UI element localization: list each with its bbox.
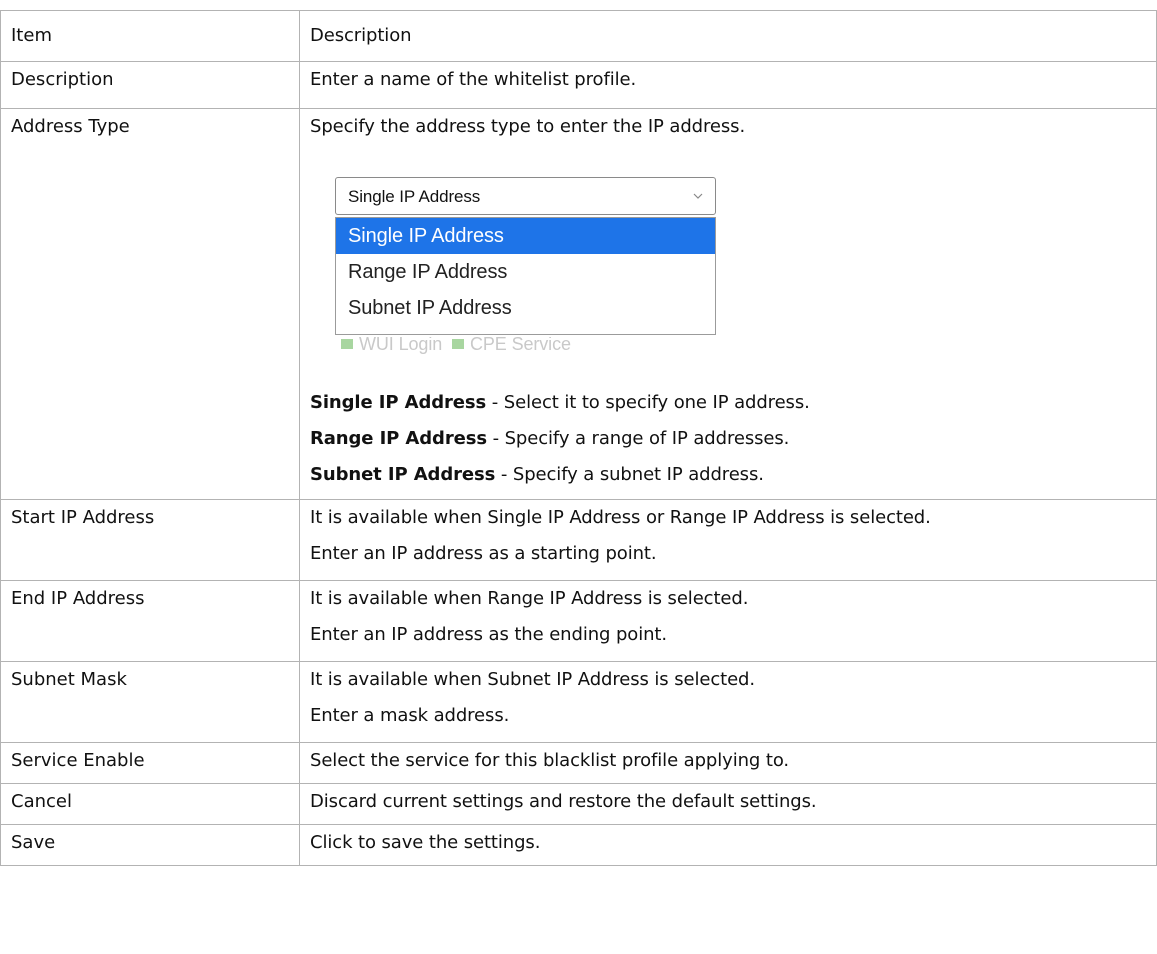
option-single-ip[interactable]: Single IP Address (336, 218, 715, 254)
dropdown-options: Single IP Address Range IP Address Subne… (335, 217, 716, 335)
description-line: Discard current settings and restore the… (310, 791, 817, 812)
description-cell: Specify the address type to enter the IP… (299, 108, 1157, 500)
table-row: Subnet Mask It is available when Subnet … (0, 661, 1157, 743)
description-line: It is available when Range IP Address is… (310, 588, 749, 609)
description-line: Select the service for this blacklist pr… (310, 750, 790, 771)
table-row: Service Enable Select the service for th… (0, 742, 1157, 784)
item-cell: Start IP Address (0, 499, 300, 581)
item-cell: Address Type (0, 108, 300, 500)
option-description: Range IP Address - Specify a range of IP… (310, 428, 790, 449)
description-line: Enter a mask address. (310, 705, 510, 726)
ghost-label: WUI Login (359, 337, 443, 354)
item-cell: Description (0, 61, 300, 109)
item-cell: Subnet Mask (0, 661, 300, 743)
description-line: Enter a name of the whitelist profile. (310, 69, 637, 90)
item-cell: Save (0, 824, 300, 866)
option-description: Single IP Address - Select it to specify… (310, 392, 810, 413)
description-cell: It is available when Single IP Address o… (299, 499, 1157, 581)
option-range-ip[interactable]: Range IP Address (336, 254, 715, 290)
parameter-table: Item Description Description Enter a nam… (0, 10, 1157, 866)
table-header-row: Item Description (0, 10, 1157, 62)
description-cell: Click to save the settings. (299, 824, 1157, 866)
description-line: It is available when Single IP Address o… (310, 507, 931, 528)
item-cell: Service Enable (0, 742, 300, 784)
description-line: It is available when Subnet IP Address i… (310, 669, 756, 690)
table-row: Address Type Specify the address type to… (0, 108, 1157, 500)
table-row: Cancel Discard current settings and rest… (0, 783, 1157, 825)
description-line: Specify the address type to enter the IP… (310, 116, 746, 137)
description-line: Enter an IP address as the ending point. (310, 624, 668, 645)
obscured-service-checkboxes: WUI Login CPE Service (341, 337, 571, 357)
table-row: Description Enter a name of the whitelis… (0, 61, 1157, 109)
address-type-select[interactable]: Single IP Address (335, 177, 716, 215)
table-row: End IP Address It is available when Rang… (0, 580, 1157, 662)
description-cell: Select the service for this blacklist pr… (299, 742, 1157, 784)
description-cell: Discard current settings and restore the… (299, 783, 1157, 825)
table-row: Save Click to save the settings. (0, 824, 1157, 866)
description-cell: Enter a name of the whitelist profile. (299, 61, 1157, 109)
ghost-label: CPE Service (469, 337, 571, 354)
description-cell: It is available when Subnet IP Address i… (299, 661, 1157, 743)
item-cell: End IP Address (0, 580, 300, 662)
item-cell: Cancel (0, 783, 300, 825)
chevron-down-icon (693, 193, 703, 199)
header-description: Description (299, 10, 1157, 62)
description-line: Click to save the settings. (310, 832, 541, 853)
table-row: Start IP Address It is available when Si… (0, 499, 1157, 581)
select-value: Single IP Address (348, 187, 481, 206)
checkbox-icon (451, 339, 464, 349)
address-type-dropdown-figure: Single IP Address Single IP Address Rang… (335, 153, 720, 379)
header-item: Item (0, 10, 300, 62)
option-subnet-ip[interactable]: Subnet IP Address (336, 290, 715, 326)
checkbox-icon (341, 339, 353, 349)
description-line: Enter an IP address as a starting point. (310, 543, 657, 564)
option-description: Subnet IP Address - Specify a subnet IP … (310, 464, 764, 485)
description-cell: It is available when Range IP Address is… (299, 580, 1157, 662)
